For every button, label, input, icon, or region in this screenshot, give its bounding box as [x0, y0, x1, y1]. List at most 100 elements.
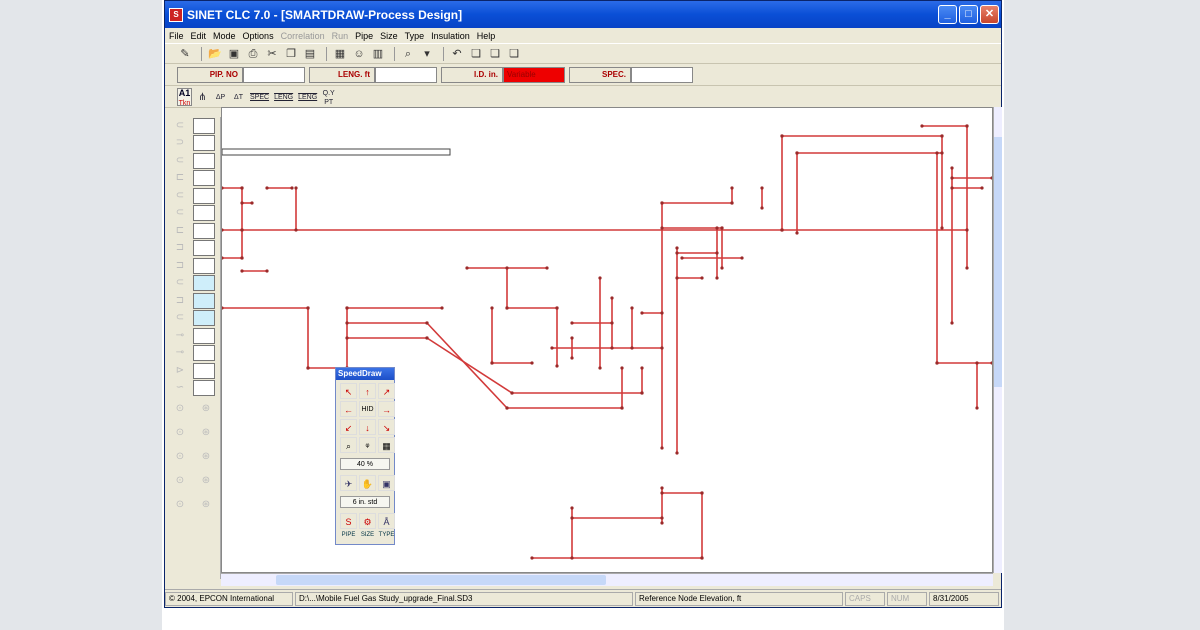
pipe-node[interactable]	[935, 151, 939, 155]
arrow-down-left-icon[interactable]: ↙	[340, 419, 357, 435]
menu-file[interactable]: File	[169, 31, 184, 41]
branch-icon[interactable]: ⋔	[195, 88, 210, 106]
pipe-node[interactable]	[660, 201, 664, 205]
palette-slot[interactable]	[193, 310, 215, 327]
pipe-node[interactable]	[760, 206, 764, 210]
pipe-node[interactable]	[550, 346, 554, 350]
pipe-node[interactable]	[700, 276, 704, 280]
pipe-node[interactable]	[610, 346, 614, 350]
palette-slot[interactable]	[193, 135, 215, 152]
pipe-node[interactable]	[530, 361, 534, 365]
pipe-node[interactable]	[675, 276, 679, 280]
fitting-icon[interactable]: ⊂	[167, 275, 193, 291]
pipe-node[interactable]	[975, 361, 979, 365]
pipe-node[interactable]	[730, 186, 734, 190]
fitting-icon[interactable]: ⊂	[167, 310, 193, 326]
pipe-node[interactable]	[620, 406, 624, 410]
pipe-node[interactable]	[294, 186, 298, 190]
page-icon[interactable]: ❏	[468, 46, 484, 62]
pipe-node[interactable]	[795, 151, 799, 155]
fitting-icon[interactable]: ∽	[167, 380, 193, 396]
pipe-node[interactable]	[780, 134, 784, 138]
menu-edit[interactable]: Edit	[191, 31, 207, 41]
pipe-node[interactable]	[610, 296, 614, 300]
type-mode-icon[interactable]: Å	[378, 513, 395, 529]
pipe-node[interactable]	[240, 269, 244, 273]
close-button[interactable]: ✕	[980, 5, 999, 24]
pipe-node[interactable]	[630, 346, 634, 350]
pipe-node[interactable]	[640, 391, 644, 395]
fitting-icon[interactable]: ⊂	[167, 118, 193, 134]
equipment-icon[interactable]: ⊙	[167, 401, 193, 417]
pipe-node[interactable]	[950, 166, 954, 170]
spec-button[interactable]: SPEC	[249, 88, 270, 106]
pipe-node[interactable]	[795, 231, 799, 235]
pipe-node[interactable]	[345, 306, 349, 310]
menu-type[interactable]: Type	[405, 31, 425, 41]
pipe-node[interactable]	[250, 201, 254, 205]
hand-icon[interactable]: ✋	[359, 475, 376, 491]
fitting-icon[interactable]: ⊂	[167, 205, 193, 221]
wand-icon[interactable]: ✎	[177, 46, 193, 62]
pipe-node[interactable]	[660, 346, 664, 350]
pipe-node[interactable]	[715, 276, 719, 280]
pipe-node[interactable]	[610, 321, 614, 325]
pipe-node[interactable]	[640, 366, 644, 370]
palette-slot[interactable]	[193, 257, 215, 274]
fitting-icon[interactable]: ⊃	[167, 135, 193, 151]
delta-p-button[interactable]: ΔP	[213, 88, 228, 106]
calc-a1-button[interactable]: A1 Tkn	[177, 87, 192, 107]
equipment-icon[interactable]: ⊙	[167, 449, 193, 465]
fitting-icon[interactable]: ⊐	[167, 240, 193, 256]
pipe-node[interactable]	[975, 406, 979, 410]
pipe-node[interactable]	[660, 311, 664, 315]
pipe-node[interactable]	[530, 556, 534, 560]
equipment-icon[interactable]: ⊛	[193, 449, 219, 465]
size-mode-icon[interactable]: ⚙	[359, 513, 376, 529]
qy-button[interactable]: Q.Y PT	[321, 88, 336, 106]
fitting-icon[interactable]: ⊐	[167, 258, 193, 274]
horizontal-scroll-thumb[interactable]	[276, 575, 606, 585]
hid-button[interactable]: HID	[359, 401, 376, 417]
pipe-node[interactable]	[510, 391, 514, 395]
pipe-node[interactable]	[306, 366, 310, 370]
zoom-small-icon[interactable]: ᵠ	[359, 437, 376, 453]
menu-options[interactable]: Options	[243, 31, 274, 41]
equipment-icon[interactable]: ⊙	[167, 425, 193, 441]
pipe-node[interactable]	[935, 361, 939, 365]
palette-slot[interactable]	[193, 117, 215, 134]
pipe-node[interactable]	[222, 256, 224, 260]
pipe-node[interactable]	[265, 186, 269, 190]
menu-help[interactable]: Help	[477, 31, 496, 41]
equipment-icon[interactable]: ⊛	[193, 473, 219, 489]
pipe-node[interactable]	[240, 201, 244, 205]
horizontal-scrollbar[interactable]	[221, 573, 993, 586]
palette-slot[interactable]	[193, 170, 215, 187]
pipe-node[interactable]	[950, 321, 954, 325]
palette-slot[interactable]	[193, 187, 215, 204]
pipe-node[interactable]	[675, 251, 679, 255]
pipe-node[interactable]	[660, 226, 664, 230]
pipe-node[interactable]	[680, 256, 684, 260]
pipe-node[interactable]	[505, 266, 509, 270]
pipe-node[interactable]	[660, 521, 664, 525]
palette-slot[interactable]	[193, 327, 215, 344]
id-field[interactable]: Variable	[503, 66, 565, 83]
pipe-no-field[interactable]	[243, 66, 305, 83]
equipment-icon[interactable]: ⊛	[193, 401, 219, 417]
pipe-node[interactable]	[715, 226, 719, 230]
fitting-icon[interactable]: ⊏	[167, 223, 193, 239]
chevron-down-icon[interactable]: ▾	[419, 46, 435, 62]
leng-button[interactable]: LENG	[273, 88, 294, 106]
fitting-icon[interactable]: ⊂	[167, 188, 193, 204]
maximize-button[interactable]: □	[959, 5, 978, 24]
pipe-node[interactable]	[425, 336, 429, 340]
vertical-scroll-thumb[interactable]	[994, 137, 1002, 387]
pipe-node[interactable]	[675, 451, 679, 455]
pipe-node[interactable]	[345, 336, 349, 340]
pipe-node[interactable]	[720, 226, 724, 230]
pipe-node[interactable]	[570, 556, 574, 560]
find-icon[interactable]: ⌕	[400, 46, 416, 62]
open-folder-icon[interactable]: 📂	[207, 46, 223, 62]
pipe-node[interactable]	[950, 186, 954, 190]
